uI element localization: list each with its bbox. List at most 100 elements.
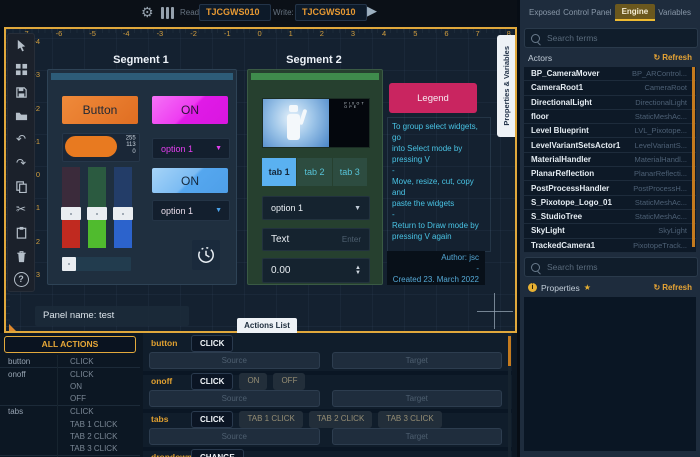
segment1-colorpicker-widget[interactable]: 255 113 0 xyxy=(62,133,140,162)
action-row[interactable]: tabs CLICK xyxy=(0,404,140,418)
segment2-number-spinner[interactable]: 0.00 ▲ ▼ xyxy=(262,258,370,283)
actor-row[interactable]: S_Pixotope_Logo_01 StaticMeshAc... xyxy=(524,195,696,210)
action-chip[interactable]: OFF xyxy=(273,373,306,390)
actor-name: S_StudioTree xyxy=(531,212,583,222)
properties-variables-vertical-tab[interactable]: Properties & Variables xyxy=(497,35,515,137)
target-input[interactable] xyxy=(331,428,502,445)
tab-button[interactable]: tab 1 xyxy=(262,158,298,186)
undo-icon[interactable]: ↶ xyxy=(8,128,34,151)
segment2-text-input[interactable]: Text Enter xyxy=(262,228,370,251)
segment1-toggle-on-blue[interactable]: ON xyxy=(152,168,228,193)
settings-gear-icon[interactable]: ⚙ xyxy=(141,4,154,21)
write-input[interactable]: TJCGWS010 xyxy=(295,4,367,21)
actor-row[interactable]: S_StudioTree StaticMeshAc... xyxy=(524,209,696,225)
action-row[interactable]: OFF xyxy=(0,393,140,405)
all-actions-button[interactable]: ALL ACTIONS xyxy=(4,336,136,353)
scrollbar-thumb[interactable] xyxy=(692,67,695,247)
source-input[interactable] xyxy=(149,390,320,407)
segment1-dropdown1[interactable]: option 1 ▼ xyxy=(152,138,230,159)
favorite-star-icon[interactable]: ★ xyxy=(584,283,591,292)
actor-row[interactable]: CameraRoot1 CameraRoot xyxy=(524,81,696,96)
action-row[interactable]: TAB 1 CLICK xyxy=(0,418,140,430)
slider-handle[interactable] xyxy=(113,207,133,220)
actors-search[interactable] xyxy=(524,28,698,48)
sidebar-tab[interactable]: Engine xyxy=(614,3,656,21)
copy-icon[interactable] xyxy=(8,174,34,197)
action-event-name: CLICK xyxy=(70,369,94,379)
select-tool-icon[interactable] xyxy=(8,34,34,57)
connections-bars-icon[interactable] xyxy=(161,7,174,19)
segment1-panel[interactable]: Button ON 255 113 0 option 1 ▼ ON option 1… xyxy=(47,69,237,285)
source-input[interactable] xyxy=(149,428,320,445)
action-chip[interactable]: TAB 3 CLICK xyxy=(378,411,442,428)
action-row[interactable]: button CLICK xyxy=(0,355,140,367)
segment2-panel[interactable]: P I X O T O P E tab 1 tab 2 tab 3 option 1… xyxy=(247,69,383,285)
design-canvas[interactable]: -7-6-5-4-3-2-1012345678 -4-3-2-10123 ↶ ↷ xyxy=(4,27,517,333)
actor-row[interactable]: floor StaticMeshAc... xyxy=(524,109,696,125)
red-slider[interactable] xyxy=(61,167,81,248)
actor-row[interactable]: PlanarReflection PlanarReflecti... xyxy=(524,167,696,182)
cut-icon[interactable]: ✂ xyxy=(8,198,34,221)
action-chip[interactable]: CHANGE xyxy=(191,449,244,457)
properties-refresh-button[interactable]: ↻ Refresh xyxy=(654,283,693,292)
properties-search[interactable] xyxy=(524,257,698,277)
play-button[interactable]: ▶ xyxy=(367,3,377,19)
delete-trash-icon[interactable] xyxy=(8,245,34,268)
actor-row[interactable]: MaterialHandler MaterialHandl... xyxy=(524,152,696,168)
sidebar-tab[interactable]: Exposed xyxy=(529,8,560,17)
segment2-image-widget[interactable]: P I X O T O P E xyxy=(262,98,370,148)
tab-button[interactable]: tab 2 xyxy=(297,158,333,186)
slider-handle[interactable] xyxy=(87,207,107,220)
blue-slider[interactable] xyxy=(113,167,133,248)
action-chip[interactable]: CLICK xyxy=(191,373,234,390)
slider-handle[interactable] xyxy=(62,257,76,271)
actor-row[interactable]: Level Blueprint LVL_Pixotope... xyxy=(524,124,696,139)
search-input[interactable] xyxy=(545,261,697,273)
segment1-toggle-on-magenta[interactable]: ON xyxy=(152,96,228,124)
widgets-grid-icon[interactable] xyxy=(8,57,34,80)
action-row[interactable]: ON xyxy=(0,380,140,392)
paste-icon[interactable] xyxy=(8,221,34,244)
help-icon[interactable]: ? xyxy=(8,268,34,291)
segment1-button-widget[interactable]: Button xyxy=(62,96,138,124)
action-row[interactable]: TAB 3 CLICK xyxy=(0,442,140,454)
slider-handle[interactable] xyxy=(61,207,81,220)
action-chip[interactable]: TAB 1 CLICK xyxy=(239,411,303,428)
read-input[interactable]: TJCGWS010 xyxy=(199,4,271,21)
actors-refresh-button[interactable]: ↻ Refresh xyxy=(654,53,693,62)
actions-list-tab[interactable]: Actions List xyxy=(237,318,297,333)
green-slider[interactable] xyxy=(87,167,107,248)
target-input[interactable] xyxy=(331,390,502,407)
actor-row[interactable]: TrackedCamera1 PixotopeTrack... xyxy=(524,238,696,253)
timer-widget[interactable] xyxy=(192,240,220,270)
sidebar-tab[interactable]: Control Panel xyxy=(563,8,611,17)
spinner-arrows[interactable]: ▲ ▼ xyxy=(355,265,369,276)
action-chip[interactable]: TAB 2 CLICK xyxy=(308,411,373,428)
actor-row[interactable]: LevelVariantSetsActor1 LevelVariantS... xyxy=(524,138,696,153)
source-input[interactable] xyxy=(149,352,320,369)
actor-row[interactable]: DirectionalLight DirectionalLight xyxy=(524,95,696,110)
open-folder-icon[interactable] xyxy=(8,104,34,127)
save-icon[interactable] xyxy=(8,81,34,104)
action-chip[interactable]: ON xyxy=(239,373,268,390)
action-event-name: TAB 3 CLICK xyxy=(70,443,118,453)
segment1-dropdown2[interactable]: option 1 ▼ xyxy=(152,200,230,221)
action-chip[interactable]: CLICK xyxy=(191,411,234,428)
actor-row[interactable]: PostProcessHandler PostProcessH... xyxy=(524,181,696,196)
redo-icon[interactable]: ↷ xyxy=(8,151,34,174)
segment2-dropdown[interactable]: option 1 ▼ xyxy=(262,196,370,220)
spinner-down-icon[interactable]: ▼ xyxy=(355,270,361,276)
legend-button[interactable]: Legend xyxy=(389,83,477,113)
action-row[interactable]: onoff CLICK xyxy=(0,367,140,380)
action-row[interactable]: TAB 2 CLICK xyxy=(0,430,140,442)
sidebar-tab[interactable]: Variables xyxy=(658,8,691,17)
tab-button[interactable]: tab 3 xyxy=(332,158,368,186)
colorpicker-swatch[interactable] xyxy=(65,136,117,157)
actor-row[interactable]: BP_CameraMover BP_ARControl... xyxy=(524,67,696,82)
search-input[interactable] xyxy=(545,32,697,44)
horizontal-slider[interactable] xyxy=(62,257,131,271)
target-input[interactable] xyxy=(331,352,502,369)
scrollbar-thumb[interactable] xyxy=(508,336,511,366)
actor-row[interactable]: SkyLight SkyLight xyxy=(524,224,696,239)
action-chip[interactable]: CLICK xyxy=(191,335,234,352)
